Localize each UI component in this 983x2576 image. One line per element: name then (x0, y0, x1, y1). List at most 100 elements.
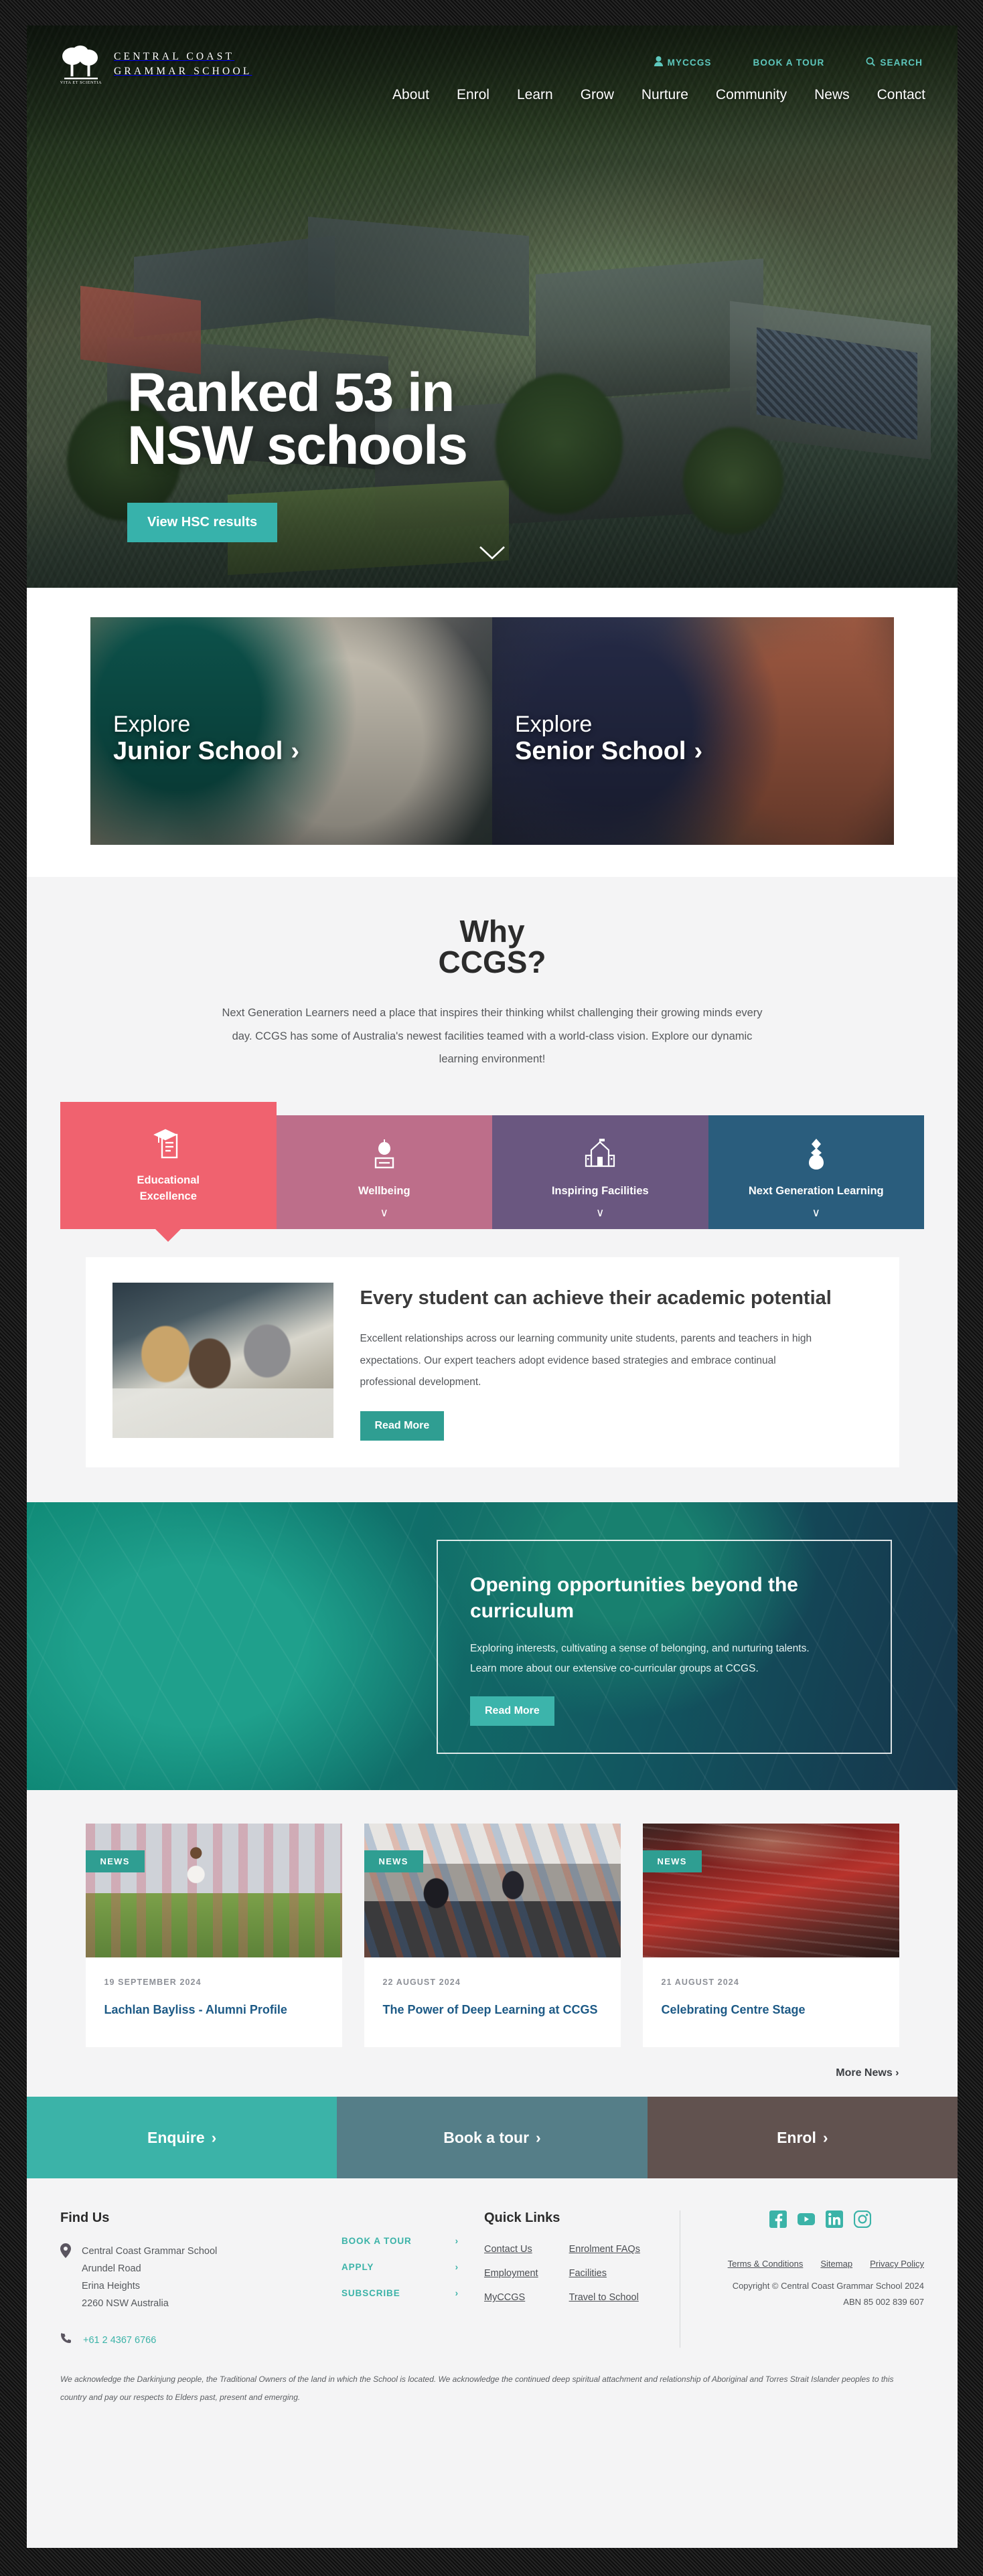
footer-legal: Terms & Conditions Sitemap Privacy Polic… (716, 2259, 924, 2310)
footer-cta-book-a-tour[interactable]: BOOK A TOUR › (342, 2236, 459, 2246)
phone-icon (60, 2332, 72, 2348)
address-line-1: Central Coast Grammar School (82, 2246, 218, 2257)
news-date: 21 AUGUST 2024 (661, 1977, 739, 1987)
news-title-link[interactable]: Celebrating Centre Stage (662, 2002, 881, 2018)
more-news-link[interactable]: More News › (836, 2067, 899, 2079)
view-hsc-results-button[interactable]: View HSC results (127, 503, 278, 543)
tab-label: Wellbeing (358, 1184, 410, 1197)
why-intro-line-1: Next Generation Learners need a place th… (222, 1007, 700, 1019)
why-ccgs-heading: Why CCGS? (27, 916, 958, 977)
cta-enquire[interactable]: Enquire › (27, 2097, 337, 2179)
nav-item-enrol[interactable]: Enrol (457, 87, 489, 103)
explore-senior-school-card[interactable]: Explore Senior School › (492, 617, 894, 845)
why-ccgs-intro: Next Generation Learners need a place th… (221, 1001, 763, 1071)
tree-crest-icon: VITA ET SCIENTIA (58, 43, 104, 86)
cta-label: Enquire (147, 2128, 205, 2146)
search-icon (866, 57, 876, 68)
explore-junior-school-card[interactable]: Explore Junior School › (90, 617, 492, 845)
quick-link-employment[interactable]: Employment (484, 2268, 538, 2279)
news-card[interactable]: NEWS 22 AUGUST 2024 The Power of Deep Le… (364, 1823, 621, 2048)
cta-label: Enrol (777, 2128, 816, 2146)
quick-link-travel-to-school[interactable]: Travel to School (569, 2292, 639, 2303)
utility-link-search[interactable]: SEARCH (866, 57, 923, 68)
footer-find-us: Find Us Central Coast Grammar School Aru… (60, 2210, 342, 2348)
tab-next-generation-learning[interactable]: Next Generation Learning ∨ (708, 1115, 924, 1229)
chevron-right-icon: › (694, 737, 703, 765)
footer-cta-label: SUBSCRIBE (342, 2288, 400, 2299)
tab-label: Next Generation Learning (748, 1184, 884, 1197)
tab-wellbeing[interactable]: Wellbeing ∨ (276, 1115, 492, 1229)
apple-book-icon (370, 1135, 399, 1174)
news-badge: NEWS (642, 1850, 702, 1872)
nav-item-contact[interactable]: Contact (877, 87, 925, 103)
logo-line-2: GRAMMAR SCHOOL (114, 66, 252, 77)
footer-cta-label: APPLY (342, 2262, 374, 2273)
footer-quick-links-heading: Quick Links (484, 2210, 560, 2226)
footer-phone-link[interactable]: +61 2 4367 6766 (83, 2335, 156, 2346)
news-badge: NEWS (364, 1850, 423, 1872)
linkedin-icon[interactable] (826, 2210, 843, 2229)
facebook-icon[interactable] (769, 2210, 787, 2229)
legal-link-privacy[interactable]: Privacy Policy (870, 2259, 924, 2269)
page-root: VITA ET SCIENTIA CENTRAL COAST GRAMMAR S… (27, 25, 958, 2548)
news-title-link[interactable]: Lachlan Bayliss - Alumni Profile (104, 2002, 323, 2018)
legal-link-terms[interactable]: Terms & Conditions (728, 2259, 804, 2269)
address-line-3: Erina Heights (82, 2280, 141, 2291)
tab-label: Inspiring Facilities (551, 1184, 649, 1197)
opportunity-title: Opening opportunities beyond the curricu… (470, 1572, 858, 1624)
quick-link-contact-us[interactable]: Contact Us (484, 2244, 532, 2255)
tab-label: Educational Excellence (137, 1173, 200, 1205)
footer-cta-apply[interactable]: APPLY › (342, 2262, 459, 2272)
news-thumbnail: NEWS (642, 1823, 899, 1957)
cta-book-a-tour[interactable]: Book a tour › (337, 2097, 648, 2179)
explore-label-big: Junior School › (113, 737, 299, 766)
opportunity-read-more-button[interactable]: Read More (470, 1696, 554, 1726)
panel-read-more-button[interactable]: Read More (360, 1411, 445, 1441)
nav-item-nurture[interactable]: Nurture (641, 87, 688, 103)
chevron-down-icon: ∨ (596, 1206, 605, 1219)
explore-section: Explore Junior School › Explore Senior S… (27, 588, 958, 877)
youtube-icon[interactable] (798, 2210, 815, 2228)
utility-link-book-a-tour[interactable]: BOOK A TOUR (753, 58, 825, 68)
quick-link-facilities[interactable]: Facilities (569, 2268, 607, 2279)
acknowledgement-of-country: We acknowledge the Darkinjung people, th… (60, 2370, 924, 2425)
quick-link-myccgs[interactable]: MyCCGS (484, 2292, 525, 2303)
chevron-right-icon: › (211, 2128, 217, 2146)
utility-link-myccgs[interactable]: MYCCGS (654, 56, 712, 68)
why-heading-line-2: CCGS? (438, 945, 546, 979)
main-nav: About Enrol Learn Grow Nurture Community… (392, 87, 925, 103)
legal-link-sitemap[interactable]: Sitemap (820, 2259, 852, 2269)
footer-copyright: Copyright © Central Coast Grammar School… (732, 2281, 924, 2291)
nav-item-news[interactable]: News (814, 87, 850, 103)
chevron-down-icon[interactable] (479, 546, 506, 564)
news-title-link[interactable]: The Power of Deep Learning at CCGS (383, 2002, 602, 2018)
nav-item-grow[interactable]: Grow (581, 87, 614, 103)
instagram-icon[interactable] (853, 2210, 872, 2229)
opportunity-title-line-1: Opening opportunities beyond the (470, 1573, 798, 1596)
address-line-2: Arundel Road (82, 2263, 141, 2274)
footer-cta-subscribe[interactable]: SUBSCRIBE › (342, 2288, 459, 2298)
acknowledgement-line-1: We acknowledge the Darkinjung people, th… (60, 2374, 894, 2385)
nav-item-community[interactable]: Community (716, 87, 787, 103)
hero-section: VITA ET SCIENTIA CENTRAL COAST GRAMMAR S… (27, 25, 958, 588)
cta-enrol[interactable]: Enrol › (647, 2097, 958, 2179)
lightbulb-icon (803, 1135, 830, 1174)
quick-link-enrolment-faqs[interactable]: Enrolment FAQs (569, 2244, 640, 2255)
news-card[interactable]: NEWS 21 AUGUST 2024 Celebrating Centre S… (642, 1823, 899, 2048)
cta-bar: Enquire › Book a tour › Enrol › (27, 2097, 958, 2179)
address-line-4: 2260 NSW Australia (82, 2298, 169, 2309)
explore-label-small: Explore (113, 711, 191, 737)
tab-educational-excellence[interactable]: Educational Excellence (60, 1101, 277, 1229)
news-card[interactable]: NEWS 19 SEPTEMBER 2024 Lachlan Bayliss -… (85, 1823, 342, 2048)
logo-line-1: CENTRAL COAST (114, 51, 235, 62)
hero-copy: Ranked 53 in NSW schools View HSC result… (127, 366, 468, 543)
explore-label-small: Explore (515, 711, 593, 737)
news-section: NEWS 19 SEPTEMBER 2024 Lachlan Bayliss -… (27, 1789, 958, 2097)
nav-item-about[interactable]: About (392, 87, 429, 103)
utility-link-label: MYCCGS (667, 57, 712, 68)
opportunity-box: Opening opportunities beyond the curricu… (437, 1539, 892, 1754)
opportunity-body: Exploring interests, cultivating a sense… (470, 1639, 858, 1679)
utility-nav: MYCCGS BOOK A TOUR SEARCH (654, 56, 923, 68)
nav-item-learn[interactable]: Learn (517, 87, 553, 103)
tab-inspiring-facilities[interactable]: Inspiring Facilities ∨ (492, 1115, 708, 1229)
